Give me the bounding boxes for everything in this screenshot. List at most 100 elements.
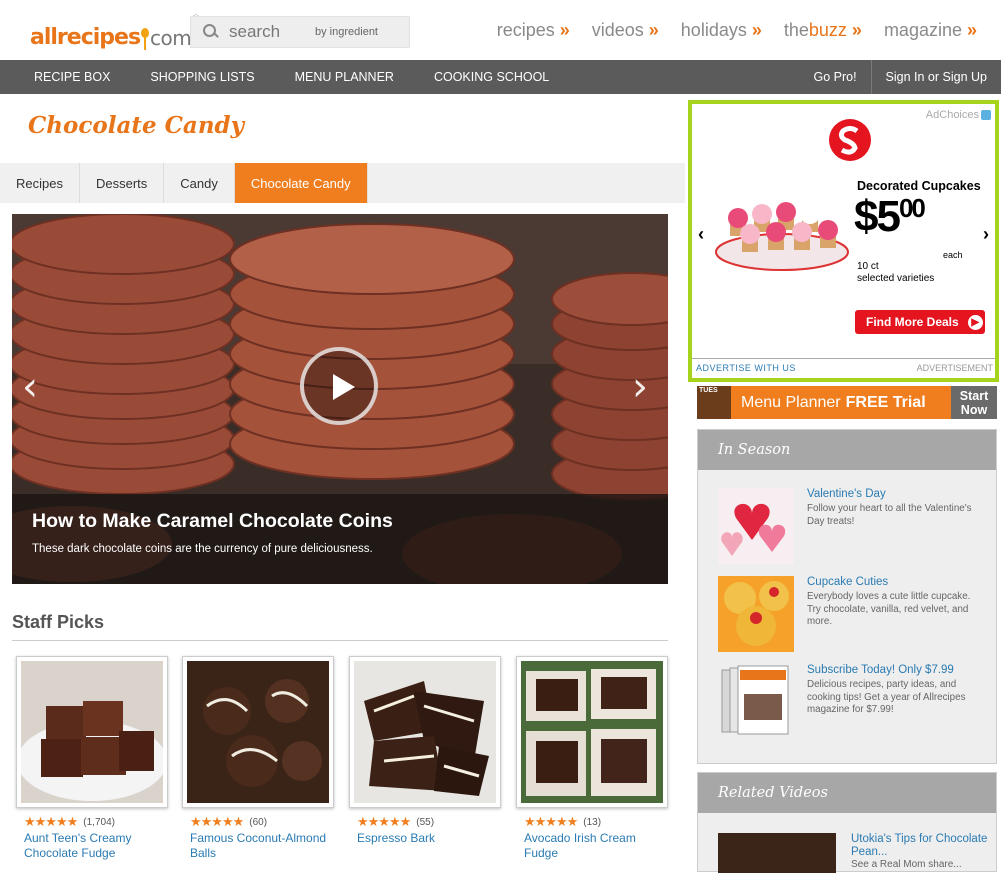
ad-price-dollar: $5 xyxy=(854,192,901,241)
nav-recipe-box[interactable]: RECIPE BOX xyxy=(0,70,130,84)
hero-caption: How to Make Caramel Chocolate Coins Thes… xyxy=(12,494,668,584)
staff-pick-item[interactable]: ★★★★★ (13) Avocado Irish Cream Fudge xyxy=(516,656,668,861)
top-nav-holidays[interactable]: holidays» xyxy=(681,20,762,41)
ad-prev-icon[interactable]: ‹ xyxy=(698,224,704,245)
nav-shopping-lists[interactable]: SHOPPING LISTS xyxy=(130,70,274,84)
recipe-thumbnail[interactable] xyxy=(182,656,334,808)
adchoices-link[interactable]: AdChoices xyxy=(926,109,991,121)
free-trial-label: FREE Trial xyxy=(845,393,926,411)
menu-planner-banner[interactable]: TUES Menu Planner FREE Trial Start Now xyxy=(697,386,997,419)
play-icon xyxy=(333,374,355,400)
advertisement[interactable]: AdChoices ‹ › Decorated Cupcakes $500 ea… xyxy=(688,100,999,382)
staff-pick-item[interactable]: ★★★★★ (55) Espresso Bark xyxy=(349,656,501,846)
breadcrumb-recipes[interactable]: Recipes xyxy=(0,163,80,203)
hero-video[interactable]: ‹ › How to Make Caramel Chocolate Coins … xyxy=(12,214,668,584)
top-nav-recipes[interactable]: recipes» xyxy=(497,20,570,41)
in-season-title[interactable]: Cupcake Cuties xyxy=(807,576,888,588)
ad-qty: 10 ct selected varieties xyxy=(857,261,934,285)
recipe-thumbnail[interactable] xyxy=(349,656,501,808)
rating-count: (55) xyxy=(416,816,435,828)
related-video-title[interactable]: Utokia's Tips for Chocolate Pean... xyxy=(851,833,991,859)
recipe-thumbnail[interactable] xyxy=(16,656,168,808)
cupcakes-image xyxy=(718,576,794,652)
hero-subtitle: These dark chocolate coins are the curre… xyxy=(32,543,373,555)
top-nav-label: holidays xyxy=(680,20,747,40)
start-now-button[interactable]: Start Now xyxy=(951,386,997,419)
related-videos-heading: Related Videos xyxy=(698,773,996,813)
logo-brand: allrecipes xyxy=(30,25,141,50)
ad-each: each xyxy=(943,250,963,260)
raquo-icon: » xyxy=(559,20,570,40)
recipe-link[interactable]: Avocado Irish Cream Fudge xyxy=(524,831,668,861)
star-rating-icon: ★★★★★ xyxy=(24,814,78,829)
logo-dotcom: com xyxy=(150,26,192,50)
rating: ★★★★★ (60) xyxy=(190,814,334,830)
recipe-thumbnail[interactable] xyxy=(516,656,668,808)
in-season-heading: In Season xyxy=(698,430,996,470)
sign-in-link[interactable]: Sign In or Sign Up xyxy=(872,60,1001,94)
top-nav-thebuzz[interactable]: the buzz» xyxy=(784,20,862,41)
related-video-thumbnail[interactable] xyxy=(718,833,836,873)
in-season-desc: Follow your heart to all the Valentine's… xyxy=(807,503,972,527)
page-title: Chocolate Candy xyxy=(28,112,244,139)
rating-count: (60) xyxy=(249,816,268,828)
raquo-icon: » xyxy=(648,20,659,40)
hero-title[interactable]: How to Make Caramel Chocolate Coins xyxy=(32,510,393,533)
find-more-deals-button[interactable]: Find More Deals ▶ xyxy=(855,310,985,334)
ad-price-cents: 00 xyxy=(898,193,926,223)
raquo-icon: » xyxy=(966,20,977,40)
in-season-desc: Everybody loves a cute little cupcake. T… xyxy=(807,591,971,627)
rating: ★★★★★ (13) xyxy=(524,814,668,830)
in-season-desc: Delicious recipes, party ideas, and cook… xyxy=(807,679,966,715)
staff-pick-item[interactable]: ★★★★★ (60) Famous Coconut-Almond Balls xyxy=(182,656,334,861)
advertise-with-us-link[interactable]: ADVERTISE WITH US xyxy=(696,363,796,373)
search-input[interactable]: search xyxy=(229,22,307,42)
hero-prev-arrow-icon[interactable]: ‹ xyxy=(22,364,38,410)
divider xyxy=(12,640,668,641)
hero-next-arrow-icon[interactable]: › xyxy=(632,364,648,410)
nav-menu-planner[interactable]: MENU PLANNER xyxy=(275,70,414,84)
search-by-ingredient-link[interactable]: by ingredient xyxy=(315,26,378,38)
in-season-title[interactable]: Valentine's Day xyxy=(807,488,886,500)
in-season-title[interactable]: Subscribe Today! Only $7.99 xyxy=(807,664,954,676)
advertisement-label: ADVERTISEMENT xyxy=(916,363,993,373)
related-video-sub: See a Real Mom share... xyxy=(851,859,962,870)
ad-headline: Decorated Cupcakes xyxy=(857,179,981,193)
recipe-link[interactable]: Aunt Teen's Creamy Chocolate Fudge xyxy=(24,831,168,861)
top-header: allrecipes com ® search by ingredient re… xyxy=(0,0,1001,60)
go-pro-link[interactable]: Go Pro! xyxy=(799,60,870,94)
raquo-icon: » xyxy=(851,20,862,40)
star-rating-icon: ★★★★★ xyxy=(190,814,244,829)
ad-next-icon[interactable]: › xyxy=(983,224,989,245)
recipe-link[interactable]: Espresso Bark xyxy=(357,831,501,846)
breadcrumb-desserts[interactable]: Desserts xyxy=(80,163,165,203)
top-nav-label: magazine xyxy=(883,20,962,40)
nav-cooking-school[interactable]: COOKING SCHOOL xyxy=(414,70,569,84)
valentines-image xyxy=(718,488,794,564)
ad-price: $500 xyxy=(854,192,926,242)
start-label: Start xyxy=(959,389,989,403)
breadcrumb-chocolate-candy[interactable]: Chocolate Candy xyxy=(234,163,368,203)
search-box[interactable]: search by ingredient xyxy=(190,16,410,48)
star-rating-icon: ★★★★★ xyxy=(524,814,578,829)
ad-qty-line1: 10 ct xyxy=(857,261,879,272)
staff-picks-heading: Staff Picks xyxy=(12,612,105,632)
play-button[interactable] xyxy=(300,347,378,425)
allrecipes-logo[interactable]: allrecipes com ® xyxy=(30,10,200,50)
top-nav-label: videos xyxy=(591,20,644,40)
menu-planner-label: Menu Planner xyxy=(741,393,841,411)
spoon-icon xyxy=(141,28,150,50)
recipe-link[interactable]: Famous Coconut-Almond Balls xyxy=(190,831,334,861)
safeway-logo xyxy=(829,119,871,161)
menu-planner-text: Menu Planner FREE Trial xyxy=(731,386,951,419)
rating: ★★★★★ (55) xyxy=(357,814,501,830)
arrow-circle-icon: ▶ xyxy=(967,314,983,330)
breadcrumb-candy[interactable]: Candy xyxy=(164,163,235,203)
main-nav: RECIPE BOX SHOPPING LISTS MENU PLANNER C… xyxy=(0,60,1001,94)
rating-count: (13) xyxy=(583,816,602,828)
top-nav-magazine[interactable]: magazine» xyxy=(884,20,977,41)
tues-label: TUES xyxy=(699,387,718,394)
staff-pick-item[interactable]: ★★★★★ (1,704) Aunt Teen's Creamy Chocola… xyxy=(16,656,168,861)
top-nav-videos[interactable]: videos» xyxy=(592,20,659,41)
now-label: Now xyxy=(960,403,988,417)
